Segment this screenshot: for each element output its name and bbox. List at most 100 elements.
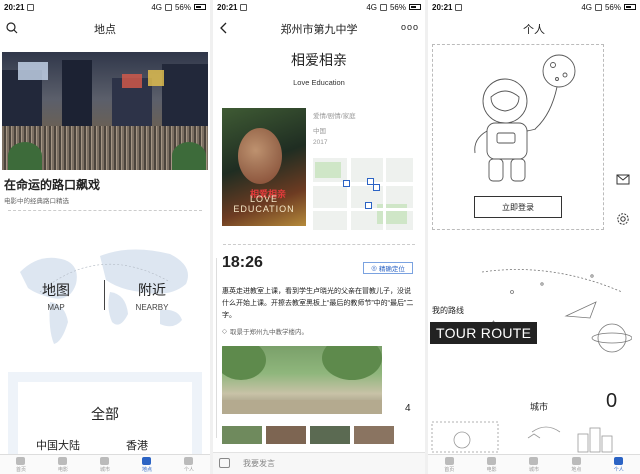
status-time: 20:21 — [4, 2, 25, 12]
tab-label: 城市 — [99, 466, 110, 473]
city-illustration — [431, 421, 613, 453]
nearby-label-zh: 附近 — [138, 282, 166, 298]
photo-thumbnail[interactable] — [266, 426, 306, 444]
comment-input[interactable]: 我要发言 — [213, 452, 425, 474]
screen-places: 20:21 4G 56% 地点 在命运的路口飙戏 电影中的经典路口精选 地图 MA… — [0, 0, 210, 474]
network-label: 4G — [151, 2, 162, 12]
scene-photo[interactable] — [222, 346, 382, 414]
tab-label: 电影 — [486, 466, 497, 473]
tab-movies[interactable]: 电影 — [57, 456, 68, 473]
tab-label: 个人 — [183, 466, 194, 473]
photo-thumbnail[interactable] — [222, 426, 262, 444]
tab-label: 首页 — [15, 466, 26, 473]
billboard-shape — [122, 74, 142, 88]
notification-icon — [27, 3, 35, 11]
status-bar: 20:21 4G 56% — [0, 0, 210, 14]
map-entry[interactable]: 地图 MAP — [16, 280, 96, 312]
building-shape — [162, 64, 208, 130]
battery-icon — [409, 4, 421, 10]
page-title: 个人 — [523, 24, 545, 36]
rocket-illustration — [481, 269, 632, 353]
tab-home[interactable]: 首页 — [15, 456, 26, 473]
home-icon — [16, 456, 26, 465]
tab-cities[interactable]: 城市 — [99, 456, 110, 473]
status-bar: 20:21 4G 56% — [428, 0, 640, 14]
tab-movies[interactable]: 电影 — [486, 456, 497, 473]
tab-label: 首页 — [444, 466, 455, 473]
battery-label: 56% — [174, 2, 191, 12]
photo-thumbnail[interactable] — [310, 426, 350, 444]
login-button[interactable]: 立即登录 — [474, 196, 562, 218]
region-mainland[interactable]: 中国大陆 — [36, 437, 80, 453]
nav-bar: 郑州市第九中学 ooo — [213, 14, 425, 44]
pin-icon — [142, 456, 152, 465]
city-label: 城市 — [530, 402, 549, 412]
tab-home[interactable]: 首页 — [444, 456, 455, 473]
region-hongkong[interactable]: 香港 — [126, 437, 148, 453]
back-arrow-icon[interactable] — [219, 22, 229, 34]
pin-icon: ◇ — [222, 328, 227, 335]
feature-image[interactable] — [2, 52, 208, 170]
user-icon — [614, 456, 624, 465]
wifi-icon — [164, 3, 172, 11]
status-time: 20:21 — [432, 2, 453, 12]
movie-title: 相爱相亲 — [291, 52, 347, 68]
my-route-label: 我的路线 — [432, 306, 464, 315]
battery-label: 56% — [389, 2, 406, 12]
battery-icon — [624, 4, 636, 10]
locate-icon: ◎ — [371, 265, 377, 272]
photo-count: 4 — [405, 403, 411, 414]
nav-bar: 地点 — [0, 14, 210, 44]
more-icon[interactable]: ooo — [401, 22, 419, 32]
feature-subtitle: 电影中的经典路口精选 — [4, 198, 69, 205]
tab-places[interactable]: 地点 — [142, 456, 152, 473]
mail-icon[interactable] — [616, 172, 630, 186]
map-pin-icon — [365, 202, 372, 209]
scene-description: 惠英走进教室上课，看到学生卢晓光的父亲在冒教儿子，没说什么开始上课。开擦去教室黑… — [222, 288, 414, 319]
tab-label: 个人 — [613, 466, 624, 473]
tour-route-banner[interactable]: TOUR ROUTE — [430, 322, 538, 344]
scene-source-text: 取景于郑州九中教学楼内。 — [230, 329, 308, 336]
nearby-entry[interactable]: 附近 NEARBY — [112, 280, 192, 312]
tab-label: 城市 — [528, 466, 539, 473]
movie-poster[interactable]: 相爱相亲 LOVE EDUCATION — [222, 108, 306, 226]
tab-bar: 首页 电影 城市 地点 个人 — [428, 454, 640, 474]
building-shape — [62, 60, 92, 130]
image-icon[interactable] — [219, 458, 230, 468]
tab-places[interactable]: 地点 — [571, 456, 581, 473]
astronaut-illustration — [474, 54, 576, 182]
city-icon — [529, 456, 539, 465]
photo-thumbnails — [222, 426, 394, 444]
tab-profile[interactable]: 个人 — [613, 456, 624, 473]
location-minimap[interactable] — [313, 158, 413, 230]
film-icon — [487, 456, 497, 465]
tab-label: 电影 — [57, 466, 68, 473]
map-pin-icon — [373, 184, 380, 191]
poster-title-en: LOVE EDUCATION — [233, 194, 295, 214]
billboard-shape — [18, 62, 48, 80]
battery-label: 56% — [604, 2, 621, 12]
precise-locate-label: 精确定位 — [378, 266, 405, 273]
city-icon — [100, 456, 110, 465]
network-label: 4G — [366, 2, 377, 12]
pin-icon — [571, 456, 581, 465]
map-label-zh: 地图 — [42, 282, 70, 298]
scene-time: 18:26 — [222, 254, 263, 271]
tab-cities[interactable]: 城市 — [528, 456, 539, 473]
gear-icon[interactable] — [616, 212, 630, 226]
battery-icon — [194, 4, 206, 10]
tab-bar: 首页 电影 城市 地点 个人 — [0, 454, 210, 474]
divider — [223, 244, 415, 245]
photo-thumbnail[interactable] — [354, 426, 394, 444]
tab-profile[interactable]: 个人 — [183, 456, 194, 473]
wifi-icon — [594, 3, 602, 11]
divider — [104, 280, 105, 310]
nav-bar: 个人 — [428, 14, 640, 44]
feature-title[interactable]: 在命运的路口飙戏 — [4, 176, 100, 193]
search-icon[interactable] — [6, 22, 18, 34]
precise-locate-button[interactable]: ◎ 精确定位 — [363, 262, 413, 274]
billboard-shape — [148, 70, 164, 86]
tree-shape — [8, 142, 42, 170]
all-title: 全部 — [91, 406, 119, 422]
comment-placeholder: 我要发言 — [243, 459, 275, 468]
